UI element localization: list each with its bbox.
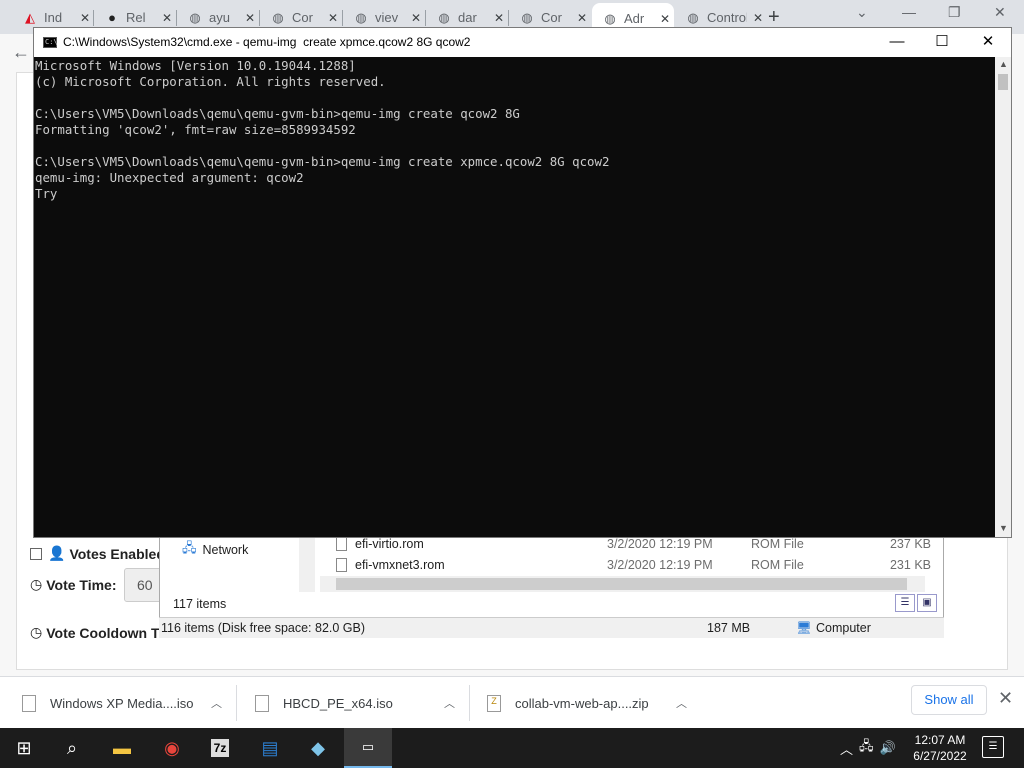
console-line: C:\Users\VM5\Downloads\qemu\qemu-gvm-bin… <box>35 106 520 121</box>
globe-icon: ◍ <box>355 9 367 25</box>
minimize-icon[interactable]: — <box>902 4 916 20</box>
user-icon: 👤 <box>48 545 66 561</box>
cmd-title: C:\Windows\System32\cmd.exe - qemu-img c… <box>63 35 471 49</box>
globe-icon: ◍ <box>272 9 284 25</box>
console-line: C:\Users\VM5\Downloads\qemu\qemu-gvm-bin… <box>35 154 610 169</box>
console-line: qemu-img: Unexpected argument: qcow2 <box>35 170 304 185</box>
control-panel-icon[interactable]: ▤ <box>246 728 294 768</box>
console-lines: Microsoft Windows [Version 10.0.19044.12… <box>35 58 995 202</box>
file-icon <box>336 537 347 551</box>
close-icon[interactable]: ✕ <box>660 12 670 26</box>
globe-icon: ◍ <box>189 9 201 25</box>
console-line: Formatting 'qcow2', fmt=raw size=8589934… <box>35 122 356 137</box>
close-icon[interactable]: ✕ <box>411 11 421 25</box>
votes-enabled-checkbox[interactable] <box>30 547 42 560</box>
close-icon[interactable]: ✕ <box>577 11 587 25</box>
nav-item-network[interactable]: 🖧 Network <box>182 539 248 561</box>
computer-icon: 🖥 <box>796 621 812 635</box>
file-icon <box>336 558 347 572</box>
vote-time-input[interactable]: 60 <box>124 568 164 602</box>
console-line: Microsoft Windows [Version 10.0.19044.12… <box>35 58 356 73</box>
globe-icon: ◍ <box>687 9 699 25</box>
cmd-icon: C:\ <box>43 37 58 48</box>
maximize-button[interactable]: ☐ <box>919 31 965 53</box>
windows-start-icon[interactable]: ⊞ <box>0 728 48 768</box>
close-icon[interactable]: ✕ <box>80 11 90 25</box>
file-icon <box>255 694 269 712</box>
close-icon[interactable]: ✕ <box>753 11 763 25</box>
restore-icon[interactable]: ❐ <box>948 4 961 21</box>
votes-enabled-row[interactable]: 👤 Votes Enabled <box>30 545 165 562</box>
back-arrow-icon[interactable]: ← <box>12 42 30 63</box>
chevron-up-icon[interactable]: ︿ <box>840 739 853 758</box>
chevron-up-icon[interactable]: ︿ <box>676 695 687 711</box>
close-icon[interactable]: ✕ <box>994 4 1006 21</box>
github-icon: ● <box>108 9 116 25</box>
cmd-titlebar[interactable]: C:\ C:\Windows\System32\cmd.exe - qemu-i… <box>34 28 1011 57</box>
minimize-button[interactable]: — <box>874 31 920 53</box>
downloads-bar: Windows XP Media....iso ︿ HBCD_PE_x64.is… <box>0 676 1024 728</box>
console-line: (c) Microsoft Corporation. All rights re… <box>35 74 386 89</box>
show-all-button[interactable]: Show all <box>911 685 987 715</box>
system-tray: ︿ 🖧 🔊 <box>840 728 896 768</box>
close-icon[interactable]: ✕ <box>328 11 338 25</box>
file-icon <box>22 694 36 712</box>
chrome-icon[interactable]: ◉ <box>148 728 196 768</box>
chevron-up-icon[interactable]: ︿ <box>211 695 222 711</box>
7zip-icon[interactable]: 7z <box>196 728 244 768</box>
volume-icon[interactable]: 🔊 <box>880 740 896 756</box>
network-icon: 🖧 <box>182 540 197 555</box>
search-icon[interactable]: ⌕ <box>48 728 96 768</box>
chevron-up-icon[interactable]: ︿ <box>444 695 455 711</box>
close-button[interactable]: ✕ <box>965 31 1011 53</box>
cmd-window: C:\ C:\Windows\System32\cmd.exe - qemu-i… <box>33 27 1012 538</box>
clock-icon: ◷ <box>30 624 43 640</box>
console-output[interactable]: Microsoft Windows [Version 10.0.19044.12… <box>34 57 995 537</box>
globe-icon: ◍ <box>438 9 450 25</box>
download-item[interactable]: Windows XP Media....iso ︿ <box>22 677 222 729</box>
notification-icon[interactable]: ☰ <box>982 736 1004 758</box>
taskbar: ⊞ ⌕ ▬ ◉ 7z ▤ ◆ ▭ ︿ 🖧 🔊 12:07 AM 6/27/202… <box>0 728 1024 768</box>
vote-cooldown-row: ◷ Vote Cooldown T <box>30 624 160 641</box>
tab-search-icon[interactable]: ⌄ <box>856 4 868 21</box>
cmd-taskbar-icon[interactable]: ▭ <box>344 728 392 768</box>
file-explorer-icon[interactable]: ▬ <box>98 728 146 768</box>
file-row[interactable]: efi-vmxnet3.rom 3/2/2020 12:19 PM ROM Fi… <box>336 558 936 572</box>
view-buttons: ☰ ▣ <box>895 594 937 612</box>
zip-file-icon: Z <box>487 694 501 712</box>
close-icon[interactable]: ✕ <box>162 11 172 25</box>
globe-icon: ◍ <box>604 10 616 26</box>
acrobat-icon: ◭ <box>25 9 35 25</box>
console-scrollbar[interactable]: ▲ ▼ <box>995 57 1011 537</box>
nav-scrollbar[interactable] <box>299 536 315 592</box>
clock-icon: ◷ <box>30 576 43 592</box>
network-icon[interactable]: 🖧 <box>859 737 874 759</box>
hscroll-thumb[interactable] <box>336 578 907 590</box>
taskbar-clock[interactable]: 12:07 AM 6/27/2022 <box>908 732 972 764</box>
download-item[interactable]: Z collab-vm-web-ap....zip ︿ <box>487 677 687 729</box>
globe-icon: ◍ <box>521 9 533 25</box>
scroll-up-icon[interactable]: ▲ <box>999 59 1008 69</box>
large-icons-view-icon[interactable]: ▣ <box>917 594 937 612</box>
scroll-thumb[interactable] <box>998 74 1008 90</box>
console-line: Try <box>35 186 58 201</box>
vote-time-row: ◷ Vote Time: <box>30 576 117 593</box>
scroll-down-icon[interactable]: ▼ <box>999 523 1008 533</box>
close-downloads-icon[interactable]: ✕ <box>998 688 1013 709</box>
new-tab-icon[interactable]: + <box>768 6 780 29</box>
download-item[interactable]: HBCD_PE_x64.iso ︿ <box>255 677 455 729</box>
file-row[interactable]: efi-virtio.rom 3/2/2020 12:19 PM ROM Fil… <box>336 537 936 551</box>
details-view-icon[interactable]: ☰ <box>895 594 915 612</box>
virtualbox-icon[interactable]: ◆ <box>294 728 342 768</box>
item-count: 117 items <box>173 597 227 611</box>
close-icon[interactable]: ✕ <box>245 11 255 25</box>
close-icon[interactable]: ✕ <box>494 11 504 25</box>
explorer-status-bar: 116 items (Disk free space: 82.0 GB) 187… <box>159 617 944 638</box>
